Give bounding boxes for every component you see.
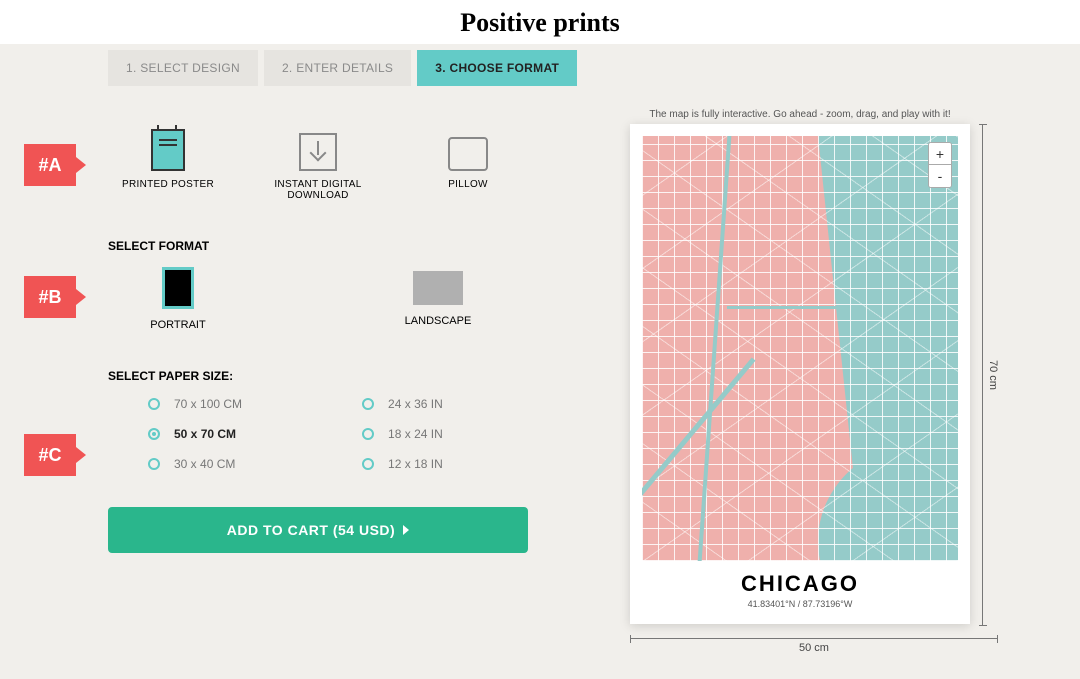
brand-logo: Positive prints — [0, 0, 1080, 44]
poster-title: CHICAGO — [642, 571, 958, 597]
page-body: 1. SELECT DESIGN 2. ENTER DETAILS 3. CHO… — [0, 44, 1080, 679]
pillow-icon — [448, 137, 488, 171]
size-option[interactable]: 24 x 36 IN — [322, 397, 443, 411]
dimension-width: 50 cm — [630, 638, 998, 654]
size-option[interactable]: 18 x 24 IN — [322, 427, 443, 441]
annotation-marker-c: #C — [24, 434, 76, 476]
size-option[interactable]: 12 x 18 IN — [322, 457, 443, 471]
poster-coordinates: 41.83401°N / 87.73196°W — [642, 599, 958, 609]
chevron-right-icon — [403, 525, 409, 535]
product-label: INSTANT DIGITAL DOWNLOAD — [258, 179, 378, 201]
product-label: PRINTED POSTER — [108, 179, 228, 190]
zoom-controls: + - — [928, 142, 952, 188]
add-to-cart-button[interactable]: ADD TO CART (54 USD) — [108, 507, 528, 553]
radio-icon — [148, 428, 160, 440]
product-pillow[interactable]: PILLOW — [408, 119, 528, 201]
annotation-marker-b: #B — [24, 276, 76, 318]
zoom-in-button[interactable]: + — [929, 143, 951, 165]
map-canvas[interactable]: + - — [642, 136, 958, 561]
annotation-marker-a: #A — [24, 144, 76, 186]
preview-panel: The map is fully interactive. Go ahead -… — [630, 109, 970, 624]
zoom-out-button[interactable]: - — [929, 165, 951, 187]
orientation-landscape[interactable]: LANDSCAPE — [368, 267, 508, 331]
landscape-icon — [413, 271, 463, 305]
options-panel: PRINTED POSTER INSTANT DIGITAL DOWNLOAD … — [108, 119, 528, 553]
radio-icon — [148, 458, 160, 470]
product-printed-poster[interactable]: PRINTED POSTER — [108, 119, 228, 201]
poster-preview: + - CHICAGO 41.83401°N / 87.73196°W 70 c… — [630, 124, 970, 624]
dimension-height: 70 cm — [982, 124, 998, 626]
product-digital-download[interactable]: INSTANT DIGITAL DOWNLOAD — [258, 119, 378, 201]
section-heading-format: SELECT FORMAT — [108, 239, 528, 253]
preview-hint: The map is fully interactive. Go ahead -… — [630, 109, 970, 120]
radio-icon — [362, 398, 374, 410]
product-type-row: PRINTED POSTER INSTANT DIGITAL DOWNLOAD … — [108, 119, 528, 201]
orientation-portrait[interactable]: PORTRAIT — [108, 267, 248, 331]
tab-choose-format[interactable]: 3. CHOOSE FORMAT — [417, 50, 577, 86]
product-label: PILLOW — [408, 179, 528, 190]
portrait-icon — [162, 267, 194, 309]
radio-icon — [148, 398, 160, 410]
download-icon — [299, 133, 337, 171]
step-tabs: 1. SELECT DESIGN 2. ENTER DETAILS 3. CHO… — [108, 50, 1080, 86]
size-option[interactable]: 50 x 70 CM — [108, 427, 242, 441]
poster-icon — [151, 129, 185, 171]
paper-size-grid: 70 x 100 CM 50 x 70 CM 30 x 40 CM 24 x 3… — [108, 397, 528, 471]
tab-select-design[interactable]: 1. SELECT DESIGN — [108, 50, 258, 86]
radio-icon — [362, 428, 374, 440]
orientation-row: PORTRAIT LANDSCAPE — [108, 267, 528, 331]
section-heading-paper-size: SELECT PAPER SIZE: — [108, 369, 528, 383]
size-option[interactable]: 70 x 100 CM — [108, 397, 242, 411]
radio-icon — [362, 458, 374, 470]
size-option[interactable]: 30 x 40 CM — [108, 457, 242, 471]
tab-enter-details[interactable]: 2. ENTER DETAILS — [264, 50, 411, 86]
